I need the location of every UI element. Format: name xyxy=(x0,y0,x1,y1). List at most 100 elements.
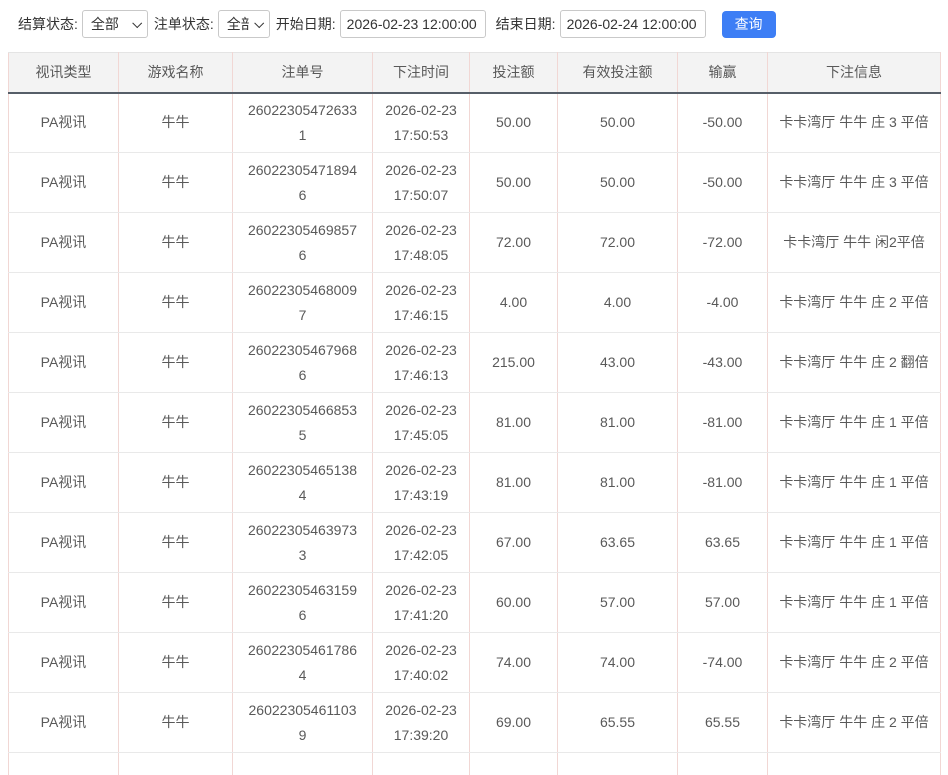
cell-text: 2026-02-23 17:48:05 xyxy=(378,218,464,268)
cell-text: 2026-02-23 17:42:05 xyxy=(378,518,464,568)
query-button[interactable]: 查询 xyxy=(722,11,776,38)
cell-text: 4.00 xyxy=(474,290,553,315)
cell-bet-info: 卡卡湾厅 牛牛 庄 2 平倍 xyxy=(768,693,941,753)
cell-text: 2026-02-23 17:43:19 xyxy=(378,458,464,508)
cell-text: 2026-02-23 17:50:53 xyxy=(378,98,464,148)
cell-win-loss: 63.65 xyxy=(678,513,768,573)
cell-text: 260223054639733 xyxy=(247,518,359,568)
cell-text: 65.55 xyxy=(562,710,673,735)
cell-game-name: 牛牛 xyxy=(119,693,233,753)
cell-bet-amount: 215.00 xyxy=(470,333,558,393)
cell-game-name: 牛牛 xyxy=(119,393,233,453)
cell-bet-id: 260223054611039 xyxy=(233,693,373,753)
cell-video-type: PA视讯 xyxy=(9,693,119,753)
column-header-video-type: 视讯类型 xyxy=(9,53,119,93)
cell-bet-amount xyxy=(470,753,558,775)
cell-text: 260223054718946 xyxy=(247,158,359,208)
end-date-input[interactable] xyxy=(560,10,706,38)
cell-bet-info: 卡卡湾厅 牛牛 庄 1 平倍 xyxy=(768,393,941,453)
cell-bet-id: 260223054651384 xyxy=(233,453,373,513)
cell-bet-amount: 81.00 xyxy=(470,453,558,513)
records-table-wrap: 视讯类型游戏名称注单号下注时间投注额有效投注额输赢下注信息 PA视讯牛牛2602… xyxy=(8,52,940,775)
cell-bet-time: 2026-02-23 17:48:05 xyxy=(373,213,470,273)
cell-video-type: PA视讯 xyxy=(9,333,119,393)
bet-status-select[interactable]: 全部 xyxy=(218,10,270,38)
cell-text: PA视讯 xyxy=(13,350,114,375)
cell-text: 牛牛 xyxy=(123,170,228,195)
cell-bet-time: 2026-02-23 17:50:07 xyxy=(373,153,470,213)
cell-bet-time: 2026-02-23 17:50:53 xyxy=(373,93,470,153)
cell-bet-time: 2026-02-23 17:45:05 xyxy=(373,393,470,453)
table-row-partial xyxy=(9,753,941,775)
records-table: 视讯类型游戏名称注单号下注时间投注额有效投注额输赢下注信息 PA视讯牛牛2602… xyxy=(8,52,941,775)
cell-text: 260223054680097 xyxy=(247,278,359,328)
cell-bet-time: 2026-02-23 17:41:20 xyxy=(373,573,470,633)
cell-video-type: PA视讯 xyxy=(9,213,119,273)
column-header-valid-bet-amount: 有效投注额 xyxy=(558,53,678,93)
cell-bet-info xyxy=(768,753,941,775)
cell-text: -81.00 xyxy=(682,410,763,435)
cell-text: 81.00 xyxy=(562,410,673,435)
table-row: PA视讯牛牛2602230546985762026-02-23 17:48:05… xyxy=(9,213,941,273)
cell-text: 260223054698576 xyxy=(247,218,359,268)
cell-valid-bet-amount xyxy=(558,753,678,775)
cell-video-type xyxy=(9,753,119,775)
cell-text: 2026-02-23 17:46:15 xyxy=(378,278,464,328)
table-header: 视讯类型游戏名称注单号下注时间投注额有效投注额输赢下注信息 xyxy=(9,53,941,93)
table-row: PA视讯牛牛2602230546397332026-02-23 17:42:05… xyxy=(9,513,941,573)
cell-text: 牛牛 xyxy=(123,710,228,735)
cell-text: -81.00 xyxy=(682,470,763,495)
start-date-input[interactable] xyxy=(340,10,486,38)
cell-game-name: 牛牛 xyxy=(119,333,233,393)
column-header-bet-amount: 投注额 xyxy=(470,53,558,93)
end-date-label: 结束日期: xyxy=(496,14,556,34)
table-body: PA视讯牛牛2602230547263312026-02-23 17:50:53… xyxy=(9,93,941,775)
cell-text: 260223054617864 xyxy=(247,638,359,688)
cell-text: -43.00 xyxy=(682,350,763,375)
cell-text: 卡卡湾厅 牛牛 庄 2 翻倍 xyxy=(772,350,936,375)
table-row: PA视讯牛牛2602230546796862026-02-23 17:46:13… xyxy=(9,333,941,393)
cell-text: 215.00 xyxy=(474,350,553,375)
cell-game-name: 牛牛 xyxy=(119,453,233,513)
cell-text: 牛牛 xyxy=(123,650,228,675)
table-row: PA视讯牛牛2602230547189462026-02-23 17:50:07… xyxy=(9,153,941,213)
cell-text: 4.00 xyxy=(562,290,673,315)
cell-video-type: PA视讯 xyxy=(9,453,119,513)
cell-valid-bet-amount: 74.00 xyxy=(558,633,678,693)
cell-bet-info: 卡卡湾厅 牛牛 庄 1 平倍 xyxy=(768,573,941,633)
cell-valid-bet-amount: 4.00 xyxy=(558,273,678,333)
cell-text: 2026-02-23 17:40:02 xyxy=(378,638,464,688)
cell-text: 50.00 xyxy=(562,110,673,135)
cell-win-loss: -81.00 xyxy=(678,393,768,453)
cell-bet-time: 2026-02-23 17:42:05 xyxy=(373,513,470,573)
cell-text: PA视讯 xyxy=(13,110,114,135)
cell-text: 牛牛 xyxy=(123,290,228,315)
cell-text: PA视讯 xyxy=(13,530,114,555)
cell-text: 卡卡湾厅 牛牛 庄 2 平倍 xyxy=(772,710,936,735)
cell-video-type: PA视讯 xyxy=(9,573,119,633)
cell-video-type: PA视讯 xyxy=(9,633,119,693)
cell-video-type: PA视讯 xyxy=(9,513,119,573)
column-header-bet-id: 注单号 xyxy=(233,53,373,93)
cell-text: 牛牛 xyxy=(123,350,228,375)
cell-bet-amount: 50.00 xyxy=(470,153,558,213)
cell-text: 卡卡湾厅 牛牛 庄 1 平倍 xyxy=(772,530,936,555)
cell-bet-info: 卡卡湾厅 牛牛 庄 1 平倍 xyxy=(768,513,941,573)
cell-text: 2026-02-23 17:50:07 xyxy=(378,158,464,208)
cell-valid-bet-amount: 65.55 xyxy=(558,693,678,753)
cell-text: 72.00 xyxy=(562,230,673,255)
cell-text: 卡卡湾厅 牛牛 庄 1 平倍 xyxy=(772,410,936,435)
cell-text: 2026-02-23 17:41:20 xyxy=(378,578,464,628)
cell-bet-id: 260223054726331 xyxy=(233,93,373,153)
cell-text: 卡卡湾厅 牛牛 庄 1 平倍 xyxy=(772,590,936,615)
cell-game-name: 牛牛 xyxy=(119,93,233,153)
table-row: PA视讯牛牛2602230546800972026-02-23 17:46:15… xyxy=(9,273,941,333)
settle-status-select[interactable]: 全部 xyxy=(82,10,148,38)
filter-bar: 结算状态: 全部 注单状态: 全部 开始日期: 结束日期: 查询 xyxy=(0,0,948,48)
cell-bet-id: 260223054631596 xyxy=(233,573,373,633)
cell-text: -74.00 xyxy=(682,650,763,675)
cell-bet-amount: 67.00 xyxy=(470,513,558,573)
cell-text: 2026-02-23 17:45:05 xyxy=(378,398,464,448)
page: 结算状态: 全部 注单状态: 全部 开始日期: 结束日期: 查询 视讯类型游戏名… xyxy=(0,0,948,775)
cell-text: 50.00 xyxy=(474,170,553,195)
